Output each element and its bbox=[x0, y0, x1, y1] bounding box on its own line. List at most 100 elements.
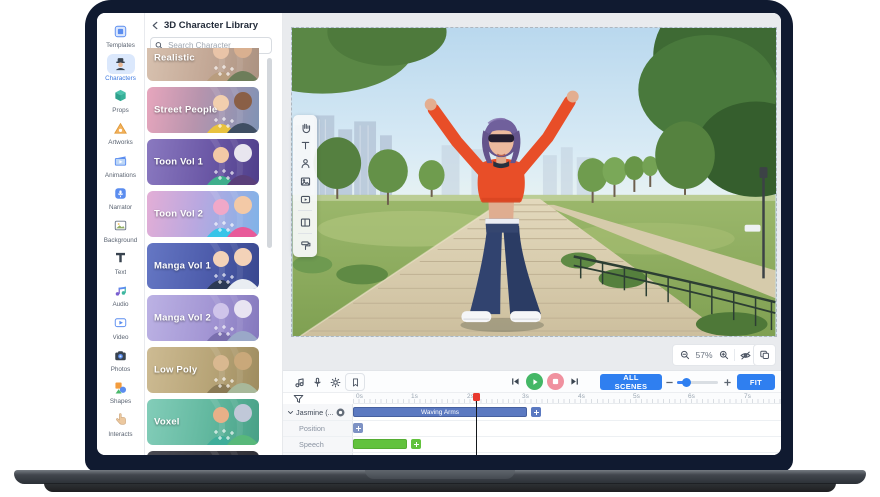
laptop-base bbox=[14, 470, 866, 484]
sidebar-item-interacts[interactable]: Interacts bbox=[97, 408, 144, 440]
category-manga-vol-1[interactable]: Manga Vol 1 bbox=[147, 243, 259, 289]
sidebar-item-templates[interactable]: Templates bbox=[97, 19, 144, 51]
library-header: 3D Character Library bbox=[151, 20, 258, 31]
timeline-zoom-in-icon[interactable] bbox=[721, 374, 733, 390]
video-tool-icon[interactable] bbox=[295, 190, 315, 208]
character-tool-icon[interactable] bbox=[295, 154, 315, 172]
track-name-jasmine[interactable]: Jasmine (... bbox=[283, 404, 353, 420]
timeline-zoom-out-icon[interactable] bbox=[663, 374, 675, 390]
viewport-toolbar bbox=[293, 115, 317, 257]
ruler-tick-label: 3s bbox=[522, 393, 529, 400]
category-manga-vol-2[interactable]: Manga Vol 2 bbox=[147, 295, 259, 341]
timeline-zoom-slider[interactable] bbox=[677, 381, 718, 384]
sidebar-item-artworks[interactable]: Artworks bbox=[97, 116, 144, 148]
focus-icon[interactable] bbox=[336, 408, 345, 417]
sparkle-icon bbox=[212, 324, 238, 338]
sparkle-icon bbox=[212, 428, 238, 442]
transport-controls bbox=[509, 373, 581, 390]
skip-start-icon[interactable] bbox=[509, 373, 522, 390]
add-speech-icon[interactable] bbox=[411, 439, 421, 449]
category-low-poly[interactable]: Low Poly bbox=[147, 347, 259, 393]
text-tool-icon[interactable] bbox=[295, 136, 315, 154]
category-toon-vol-2[interactable]: Toon Vol 2 bbox=[147, 191, 259, 237]
timeline-toolbar: ALL SCENES FIT bbox=[283, 371, 781, 393]
sparkle-icon bbox=[212, 116, 238, 130]
ruler-tick-label: 1s bbox=[411, 393, 418, 400]
sidebar-item-characters[interactable]: Characters bbox=[97, 51, 144, 83]
skip-end-icon[interactable] bbox=[568, 373, 581, 390]
hand-tool-icon[interactable] bbox=[295, 118, 315, 136]
ruler-tick-label: 4s bbox=[578, 393, 585, 400]
sidebar-item-props[interactable]: Props bbox=[97, 84, 144, 116]
category-more[interactable] bbox=[147, 451, 259, 455]
sidebar-item-audio[interactable]: Audio bbox=[97, 278, 144, 310]
category-voxel[interactable]: Voxel bbox=[147, 399, 259, 445]
zoom-out-icon[interactable] bbox=[677, 348, 692, 363]
sparkle-icon bbox=[212, 272, 238, 286]
chevron-down-icon bbox=[287, 409, 294, 416]
playhead-line[interactable] bbox=[476, 395, 477, 455]
sidebar-item-narrator[interactable]: Narrator bbox=[97, 181, 144, 213]
image-tool-icon[interactable] bbox=[295, 172, 315, 190]
templates-icon bbox=[107, 21, 135, 41]
layout-tool-icon[interactable] bbox=[295, 213, 315, 231]
interacts-icon bbox=[107, 410, 135, 430]
voiceover-mic-icon[interactable] bbox=[309, 374, 325, 390]
track-name-speech[interactable]: Speech bbox=[283, 436, 353, 452]
category-toon-vol-1[interactable]: Toon Vol 1 bbox=[147, 139, 259, 185]
duplicate-icon[interactable] bbox=[753, 344, 776, 366]
lighting-icon[interactable] bbox=[327, 374, 343, 390]
back-chevron-icon[interactable] bbox=[151, 21, 160, 30]
clip-speech[interactable] bbox=[353, 439, 407, 449]
playhead-handle[interactable] bbox=[473, 393, 480, 401]
scene-3d-viewport-illustration bbox=[292, 28, 776, 336]
characters-icon bbox=[107, 54, 135, 74]
artworks-icon bbox=[107, 118, 135, 138]
fit-button[interactable]: FIT bbox=[737, 374, 775, 390]
sidebar-item-animations[interactable]: Animations bbox=[97, 149, 144, 181]
clip-waving-arms[interactable]: Waving Arms bbox=[353, 407, 527, 417]
track-row-speech: Speech bbox=[283, 436, 781, 452]
zoom-in-icon[interactable] bbox=[716, 348, 731, 363]
add-position-keyframe-icon[interactable] bbox=[353, 423, 363, 433]
ruler-tick-label: 7s bbox=[744, 393, 751, 400]
track-name-position[interactable]: Position bbox=[283, 420, 353, 436]
track-row-position: Position bbox=[283, 420, 781, 436]
filter-icon[interactable] bbox=[293, 394, 305, 404]
scene-canvas[interactable] bbox=[291, 27, 777, 337]
category-realistic[interactable]: Realistic bbox=[147, 48, 259, 81]
slider-thumb[interactable] bbox=[682, 378, 691, 387]
timeline-ruler[interactable]: 0s 1s 2s 3s 4s 5s 6s 7s bbox=[353, 393, 781, 404]
bookmark-icon[interactable] bbox=[345, 373, 365, 391]
video-icon bbox=[107, 313, 135, 333]
laptop-base-shadow bbox=[44, 483, 836, 492]
sidebar-item-photos[interactable]: Photos bbox=[97, 343, 144, 375]
library-scrollbar[interactable] bbox=[267, 58, 272, 248]
sidebar-item-video[interactable]: Video bbox=[97, 311, 144, 343]
collapse-panel-icon[interactable] bbox=[779, 375, 781, 389]
background-icon bbox=[107, 216, 135, 236]
shapes-icon bbox=[107, 377, 135, 397]
hide-interface-icon[interactable] bbox=[738, 348, 753, 363]
ruler-tick-label: 6s bbox=[688, 393, 695, 400]
ruler-tick-label: 5s bbox=[633, 393, 640, 400]
track-row-character: Jasmine (... Waving Arms bbox=[283, 404, 781, 420]
audio-track-icon[interactable] bbox=[291, 374, 307, 390]
category-street-people[interactable]: Street People bbox=[147, 87, 259, 133]
track-row-scenes: Scenes Scene 1 bbox=[283, 452, 781, 455]
sidebar-item-background[interactable]: Background bbox=[97, 213, 144, 245]
add-clip-icon[interactable] bbox=[531, 407, 541, 417]
play-button[interactable] bbox=[526, 373, 543, 390]
library-title: 3D Character Library bbox=[164, 20, 258, 31]
paint-roller-tool-icon[interactable] bbox=[295, 236, 315, 254]
sidebar-item-text[interactable]: Text bbox=[97, 246, 144, 278]
animations-icon bbox=[107, 151, 135, 171]
sidebar-item-shapes[interactable]: Shapes bbox=[97, 375, 144, 407]
props-icon bbox=[107, 86, 135, 106]
all-scenes-button[interactable]: ALL SCENES bbox=[600, 374, 662, 390]
audio-icon bbox=[107, 280, 135, 300]
track-name-scenes[interactable]: Scenes bbox=[283, 452, 353, 455]
sidebar: Templates Characters Props Artworks bbox=[97, 13, 145, 455]
app-window: Templates Characters Props Artworks bbox=[97, 13, 781, 455]
stop-button[interactable] bbox=[547, 373, 564, 390]
